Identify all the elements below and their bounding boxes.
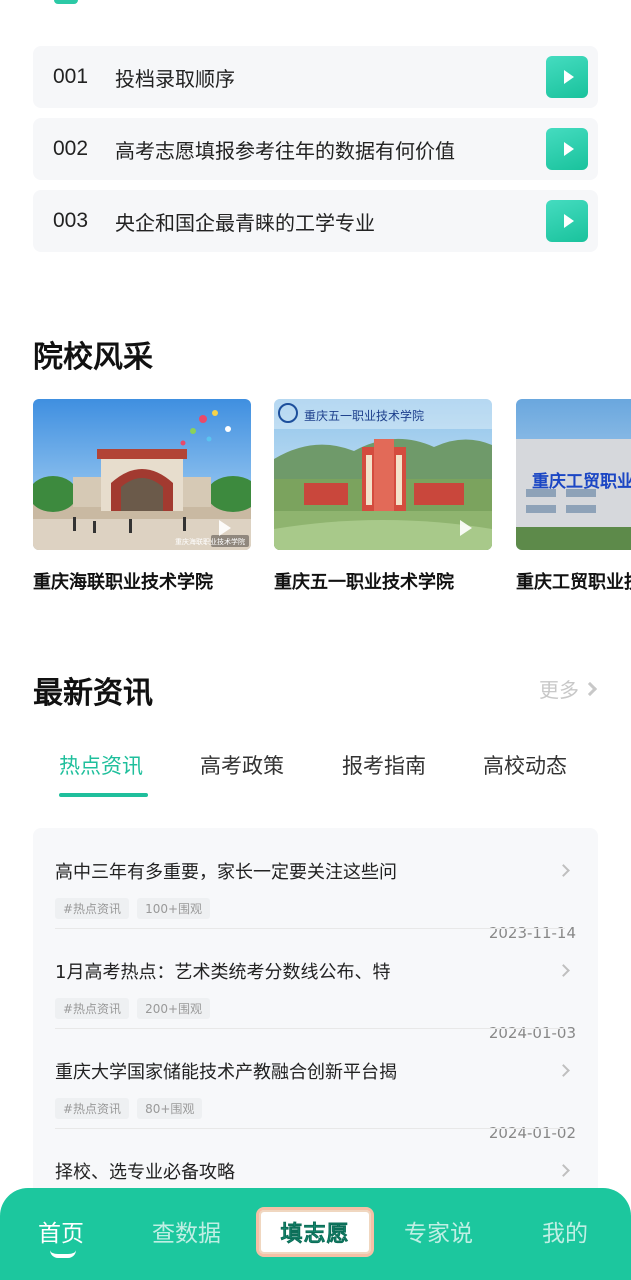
news-list: 高中三年有多重要，家长一定要关注这些问 #热点资讯 100+围观 2023-11… [33,828,598,1228]
news-tag: #热点资讯 [55,1098,130,1119]
play-button[interactable] [546,128,588,170]
play-icon [563,70,574,84]
news-item[interactable]: 重庆大学国家储能技术产教融合创新平台揭 #热点资讯 80+围观 2024-01-… [55,1058,576,1142]
top-indicator [54,0,78,4]
news-views: 100+围观 [137,898,211,919]
news-title: 重庆大学国家储能技术产教融合创新平台揭 [55,1062,397,1083]
image-caption: 重庆海联职业技术学院 [175,538,245,546]
video-number: 003 [53,209,89,232]
fill-application-button[interactable]: 填志愿 [256,1207,374,1257]
tab-policy[interactable]: 高考政策 [200,750,284,780]
school-name: 重庆工贸职业技 [516,572,631,593]
fill-application-label: 填志愿 [280,1222,350,1247]
divider [55,1128,565,1129]
more-label: 更多 [539,678,579,702]
video-play-icon [460,520,472,536]
news-tag: #热点资讯 [55,898,130,919]
divider [55,928,565,929]
active-tab-indicator [59,793,148,797]
news-tabs: 热点资讯 高考政策 报考指南 高校动态 [33,750,598,800]
tab-home[interactable]: 首页 [38,1214,84,1248]
news-tag: #热点资讯 [55,998,130,1019]
video-title: 投档录取顺序 [115,66,235,91]
play-button[interactable] [546,56,588,98]
tab-data[interactable]: 查数据 [152,1214,221,1248]
news-title: 择校、选专业必备攻略 [55,1162,235,1183]
school-banner-text: 重庆五一职业技术学院 [304,409,425,423]
video-play-icon [219,520,231,536]
video-list: 001 投档录取顺序 002 高考志愿填报参考往年的数据有何价值 003 央企和… [33,46,598,262]
video-item[interactable]: 003 央企和国企最青睐的工学专业 [33,190,598,252]
video-item[interactable]: 001 投档录取顺序 [33,46,598,108]
video-item[interactable]: 002 高考志愿填报参考往年的数据有何价值 [33,118,598,180]
video-number: 002 [53,137,89,160]
school-name: 重庆五一职业技术学院 [274,572,454,593]
video-number: 001 [53,65,89,88]
video-title: 高考志愿填报参考往年的数据有何价值 [115,138,455,163]
news-section-title: 最新资讯 [33,676,153,711]
school-card[interactable]: 重庆工贸职业 重庆工贸职业技 [516,399,631,594]
video-title: 央企和国企最青睐的工学专业 [115,210,375,235]
news-date: 2023-11-14 [488,924,576,942]
school-section-title: 院校风采 [33,340,153,375]
school-card[interactable]: 重庆五一职业技术学院 重庆五一职业技术学院 [274,399,492,594]
chevron-right-icon [582,681,598,696]
active-home-indicator [50,1250,76,1258]
tab-university-news[interactable]: 高校动态 [483,750,567,780]
news-title: 高中三年有多重要，家长一定要关注这些问 [55,862,397,883]
news-title: 1月高考热点：艺术类统考分数线公布、特 [55,962,391,983]
more-link[interactable]: 更多 [539,674,598,703]
divider [55,1028,565,1029]
play-button[interactable] [546,200,588,242]
news-date: 2024-01-03 [488,1024,576,1042]
tab-mine[interactable]: 我的 [542,1214,588,1248]
tab-experts[interactable]: 专家说 [404,1214,473,1248]
news-views: 80+围观 [137,1098,203,1119]
school-card[interactable]: 重庆海联职业技术学院 重庆海联职业技术学院 [33,399,251,594]
school-image[interactable]: 重庆工贸职业 [516,399,631,550]
news-item[interactable]: 择校、选专业必备攻略 [55,1158,576,1184]
school-name: 重庆海联职业技术学院 [33,572,213,593]
tab-guide[interactable]: 报考指南 [342,750,426,780]
news-views: 200+围观 [137,998,211,1019]
school-carousel[interactable]: 重庆海联职业技术学院 重庆海联职业技术学院 重庆五一职业技术学院 重庆五一职业技… [33,399,631,599]
bottom-tab-bar: 首页 查数据 填志愿 专家说 我的 [0,1188,631,1280]
news-date: 2024-01-02 [488,1124,576,1142]
news-item[interactable]: 高中三年有多重要，家长一定要关注这些问 #热点资讯 100+围观 2023-11… [55,858,576,942]
school-image[interactable]: 重庆海联职业技术学院 [33,399,251,550]
school-image[interactable]: 重庆五一职业技术学院 [274,399,492,550]
school-sign-text: 重庆工贸职业 [532,472,631,492]
play-icon [563,214,574,228]
play-icon [563,142,574,156]
news-item[interactable]: 1月高考热点：艺术类统考分数线公布、特 #热点资讯 200+围观 2024-01… [55,958,576,1042]
tab-hot-news[interactable]: 热点资讯 [59,750,143,780]
